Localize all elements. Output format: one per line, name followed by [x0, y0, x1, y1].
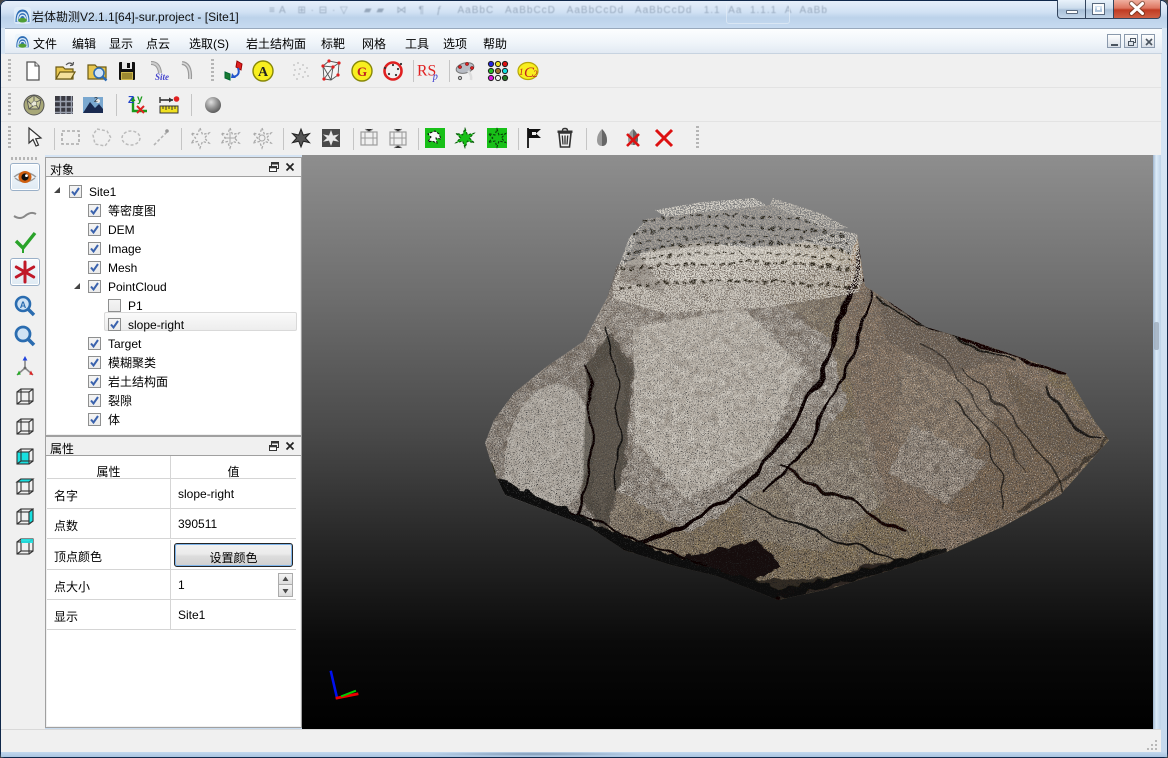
- svg-text:Z: Z: [128, 95, 134, 106]
- svg-text:A: A: [20, 300, 27, 310]
- svg-text:y: y: [137, 94, 143, 105]
- svg-text:2: 2: [533, 69, 538, 79]
- svg-text:2: 2: [94, 97, 98, 104]
- svg-text:1: 1: [519, 67, 524, 77]
- svg-text:p: p: [432, 71, 438, 82]
- svg-text:G: G: [357, 64, 367, 79]
- svg-text:Site: Site: [155, 72, 169, 82]
- svg-text:A: A: [258, 65, 269, 80]
